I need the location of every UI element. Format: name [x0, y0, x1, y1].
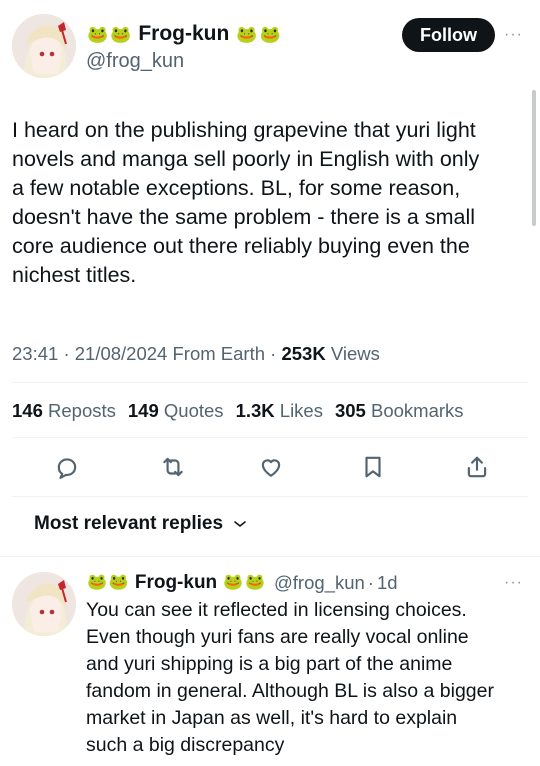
likes-label: Likes	[279, 400, 323, 421]
reply-age[interactable]: 1d	[377, 572, 398, 594]
reply-author-name-text: Frog-kun	[134, 572, 218, 593]
share-icon[interactable]	[462, 452, 492, 482]
more-options-icon[interactable]: ···	[504, 26, 523, 44]
bookmarks-label: Bookmarks	[371, 400, 464, 421]
bookmark-icon[interactable]	[358, 452, 388, 482]
bookmarks-stat[interactable]: 305 Bookmarks	[335, 400, 464, 422]
repost-icon[interactable]	[158, 452, 188, 482]
separator: ·	[270, 343, 277, 364]
quotes-stat[interactable]: 149 Quotes	[128, 400, 224, 422]
divider	[0, 556, 540, 557]
reply-author-name[interactable]: 🐸 🐸 Frog-kun 🐸 🐸	[86, 572, 266, 594]
quotes-label: Quotes	[163, 400, 224, 421]
reply-header: 🐸 🐸 Frog-kun 🐸 🐸 @frog_kun · 1d	[86, 572, 398, 594]
frog-emoji-icon: 🐸	[223, 574, 244, 591]
separator: ·	[367, 572, 374, 593]
divider	[12, 382, 528, 383]
divider	[12, 496, 528, 497]
like-icon[interactable]	[256, 452, 286, 482]
reposts-count: 146	[12, 400, 43, 421]
frog-emoji-icon: 🐸	[108, 574, 129, 591]
frog-emoji-icon: 🐸	[259, 24, 281, 44]
frog-emoji-icon: 🐸	[245, 574, 266, 591]
avatar-image	[12, 14, 76, 78]
tweet-time[interactable]: 23:41	[12, 343, 58, 364]
frog-emoji-icon: 🐸	[236, 24, 258, 44]
replies-sort-dropdown[interactable]: Most relevant replies	[34, 513, 247, 535]
reposts-stat[interactable]: 146 Reposts	[12, 400, 116, 422]
frog-emoji-icon: 🐸	[110, 24, 132, 44]
author-name[interactable]: 🐸 🐸 Frog-kun 🐸 🐸	[86, 22, 282, 46]
tweet-stats: 146 Reposts 149 Quotes 1.3K Likes 305 Bo…	[12, 400, 464, 422]
bookmarks-count: 305	[334, 400, 366, 421]
separator: ·	[63, 343, 70, 364]
replies-sort-label: Most relevant replies	[34, 513, 224, 534]
reply-avatar[interactable]	[12, 572, 76, 636]
author-name-text: Frog-kun	[138, 22, 230, 45]
author-avatar[interactable]	[12, 14, 76, 78]
tweet-location: From Earth	[172, 343, 266, 364]
frog-emoji-icon: 🐸	[87, 574, 107, 591]
views-label: Views	[330, 343, 380, 364]
likes-stat[interactable]: 1.3K Likes	[236, 400, 323, 422]
tweet-meta: 23:41 · 21/08/2024 From Earth · 253K Vie…	[12, 343, 380, 365]
author-handle[interactable]: @frog_kun	[86, 50, 184, 73]
divider	[12, 437, 528, 438]
follow-button[interactable]: Follow	[402, 18, 495, 52]
reposts-label: Reposts	[48, 400, 116, 421]
views-count: 253K	[281, 343, 326, 364]
reply-icon[interactable]	[52, 452, 82, 482]
reply-more-options-icon[interactable]: ···	[504, 574, 523, 592]
reply-text: You can see it reflected in licensing ch…	[86, 599, 494, 756]
reply-handle[interactable]: @frog_kun	[274, 572, 365, 594]
likes-count: 1.3K	[235, 400, 275, 421]
chevron-down-icon	[233, 513, 247, 535]
frog-emoji-icon: 🐸	[87, 24, 109, 44]
scrollbar[interactable]	[532, 90, 536, 226]
tweet-date[interactable]: 21/08/2024	[75, 343, 168, 364]
avatar-image	[12, 572, 76, 636]
tweet-text: I heard on the publishing grapevine that…	[12, 118, 480, 287]
quotes-count: 149	[127, 400, 159, 421]
